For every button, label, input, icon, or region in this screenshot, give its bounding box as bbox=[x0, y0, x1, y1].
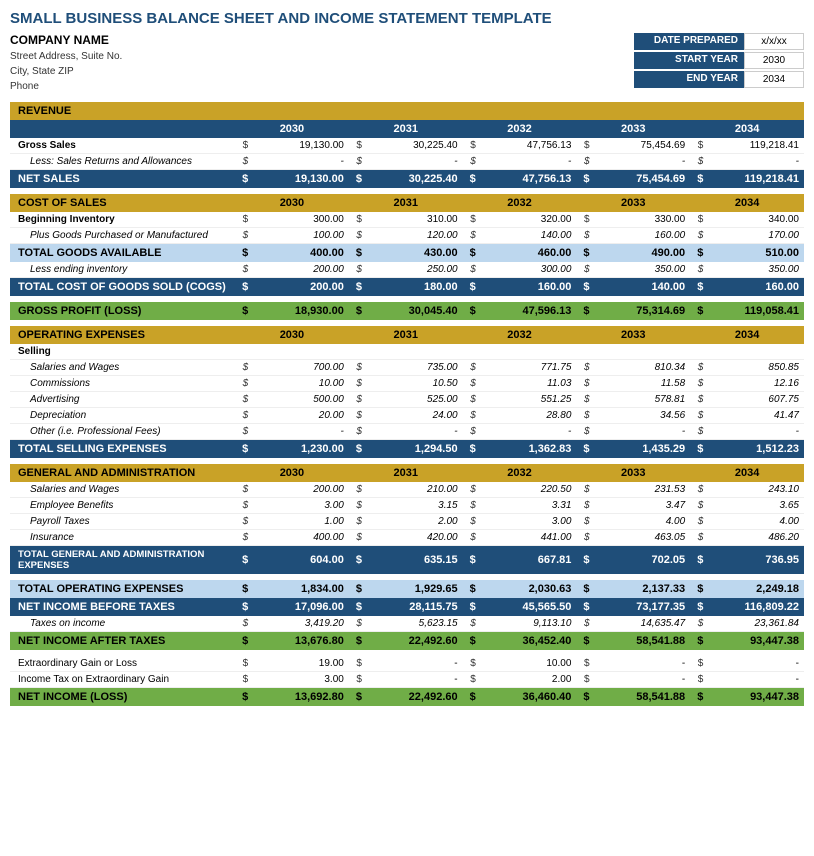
date-prepared-row: DATE PREPARED x/x/xx bbox=[634, 33, 804, 50]
main-table: REVENUE 2030 2031 2032 2033 2034 Gross S… bbox=[10, 102, 804, 706]
commissions-row: Commissions $ 10.00 $ 10.50 $ 11.03 $ 11… bbox=[10, 376, 804, 392]
date-prepared-label: DATE PREPARED bbox=[634, 33, 744, 50]
start-year-label: START YEAR bbox=[634, 52, 744, 69]
ga-insurance-row: Insurance $ 400.00 $ 420.00 $ 441.00 $ 4… bbox=[10, 530, 804, 546]
date-prepared-value: x/x/xx bbox=[744, 33, 804, 50]
beginning-inventory-row: Beginning Inventory $ 300.00 $ 310.00 $ … bbox=[10, 212, 804, 228]
gross-profit-row: GROSS PROFIT (LOSS) $ 18,930.00 $ 30,045… bbox=[10, 302, 804, 320]
company-city: City, State ZIP bbox=[10, 64, 122, 79]
selling-salaries-row: Salaries and Wages $ 700.00 $ 735.00 $ 7… bbox=[10, 360, 804, 376]
cost-of-sales-section-header: COST OF SALES 2030 2031 2032 2033 2034 bbox=[10, 194, 804, 212]
plus-goods-row: Plus Goods Purchased or Manufactured $ 1… bbox=[10, 228, 804, 244]
depreciation-row: Depreciation $ 20.00 $ 24.00 $ 28.80 $ 3… bbox=[10, 408, 804, 424]
revenue-year-header: 2030 2031 2032 2033 2034 bbox=[10, 120, 804, 138]
total-goods-row: TOTAL GOODS AVAILABLE $ 400.00 $ 430.00 … bbox=[10, 244, 804, 263]
main-title: SMALL BUSINESS BALANCE SHEET AND INCOME … bbox=[10, 10, 804, 27]
gross-sales-row: Gross Sales $ 19,130.00 $ 30,225.40 $ 47… bbox=[10, 138, 804, 154]
ga-payroll-row: Payroll Taxes $ 1.00 $ 2.00 $ 3.00 $ 4.0… bbox=[10, 514, 804, 530]
total-operating-row: TOTAL OPERATING EXPENSES $ 1,834.00 $ 1,… bbox=[10, 580, 804, 598]
taxes-row: Taxes on income $ 3,419.20 $ 5,623.15 $ … bbox=[10, 616, 804, 632]
ga-salaries-row: Salaries and Wages $ 200.00 $ 210.00 $ 2… bbox=[10, 482, 804, 498]
revenue-label: REVENUE bbox=[10, 102, 235, 120]
company-phone: Phone bbox=[10, 79, 122, 94]
advertising-row: Advertising $ 500.00 $ 525.00 $ 551.25 $… bbox=[10, 392, 804, 408]
header-section: COMPANY NAME Street Address, Suite No. C… bbox=[10, 33, 804, 94]
start-year-row: START YEAR 2030 bbox=[634, 52, 804, 69]
other-row: Other (i.e. Professional Fees) $ - $ - $… bbox=[10, 424, 804, 440]
gen-admin-section-header: GENERAL AND ADMINISTRATION 2030 2031 203… bbox=[10, 464, 804, 482]
extraordinary-row: Extraordinary Gain or Loss $ 19.00 $ - $… bbox=[10, 656, 804, 672]
revenue-section-header: REVENUE bbox=[10, 102, 804, 120]
end-year-value: 2034 bbox=[744, 71, 804, 88]
net-sales-row: NET SALES $ 19,130.00 $ 30,225.40 $ 47,7… bbox=[10, 170, 804, 189]
less-ending-row: Less ending inventory $ 200.00 $ 250.00 … bbox=[10, 262, 804, 278]
total-ga-row: TOTAL GENERAL AND ADMINISTRATION EXPENSE… bbox=[10, 546, 804, 575]
net-income-row: NET INCOME (LOSS) $ 13,692.80 $ 22,492.6… bbox=[10, 688, 804, 707]
less-sales-row: Less: Sales Returns and Allowances $ - $… bbox=[10, 154, 804, 170]
total-selling-row: TOTAL SELLING EXPENSES $ 1,230.00 $ 1,29… bbox=[10, 440, 804, 459]
end-year-label: END YEAR bbox=[634, 71, 744, 88]
end-year-row: END YEAR 2034 bbox=[634, 71, 804, 88]
selling-subheader: Selling bbox=[10, 344, 804, 360]
total-cogs-row: TOTAL COST OF GOODS SOLD (COGS) $ 200.00… bbox=[10, 278, 804, 297]
net-before-taxes-row: NET INCOME BEFORE TAXES $ 17,096.00 $ 28… bbox=[10, 598, 804, 616]
header-right: DATE PREPARED x/x/xx START YEAR 2030 END… bbox=[634, 33, 804, 94]
company-info: COMPANY NAME Street Address, Suite No. C… bbox=[10, 33, 122, 94]
operating-expenses-section-header: OPERATING EXPENSES 2030 2031 2032 2033 2… bbox=[10, 326, 804, 344]
start-year-value: 2030 bbox=[744, 52, 804, 69]
income-tax-extraordinary-row: Income Tax on Extraordinary Gain $ 3.00 … bbox=[10, 672, 804, 688]
company-name: COMPANY NAME bbox=[10, 33, 122, 47]
net-after-taxes-row: NET INCOME AFTER TAXES $ 13,676.80 $ 22,… bbox=[10, 632, 804, 651]
company-address: Street Address, Suite No. bbox=[10, 49, 122, 64]
ga-benefits-row: Employee Benefits $ 3.00 $ 3.15 $ 3.31 $… bbox=[10, 498, 804, 514]
